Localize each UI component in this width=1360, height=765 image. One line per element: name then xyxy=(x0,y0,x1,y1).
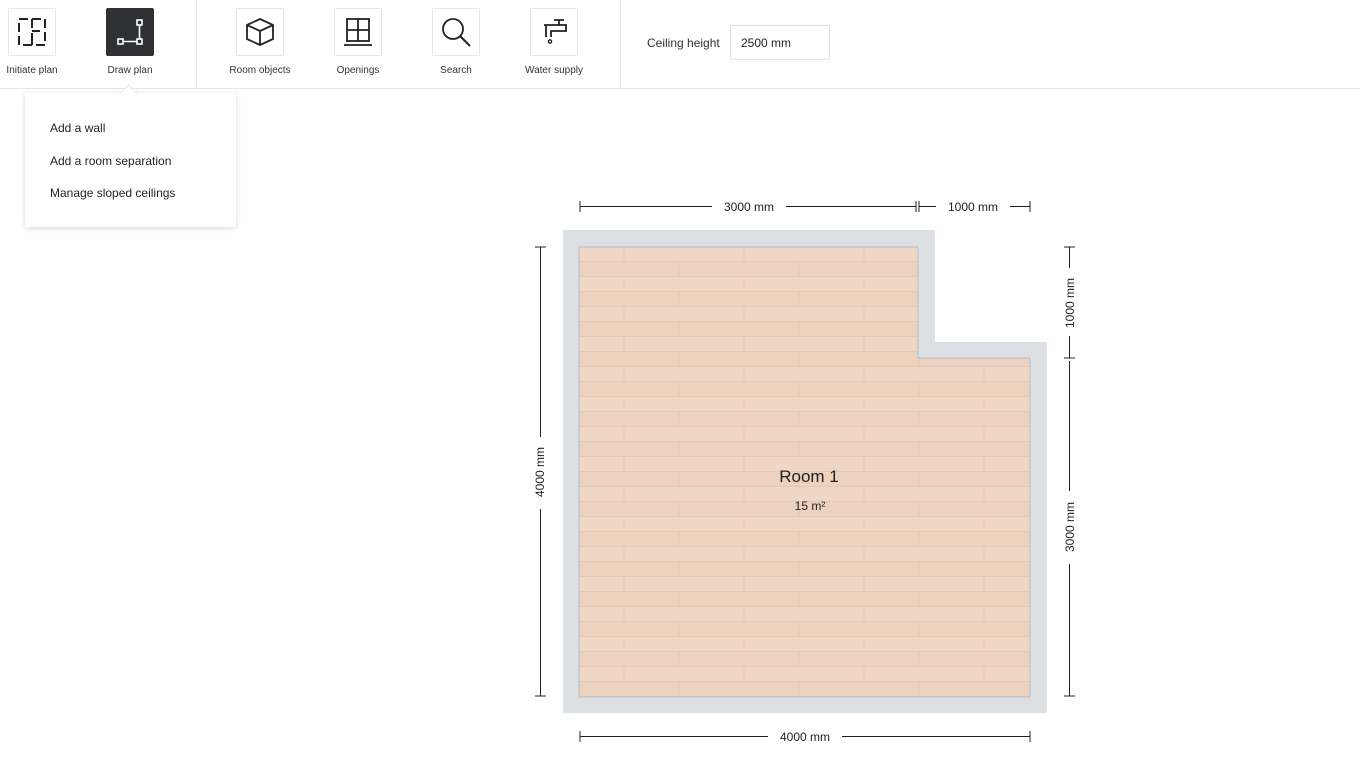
menu-item-add-wall[interactable]: Add a wall xyxy=(50,121,105,135)
dimension-left-label: 4000 mm xyxy=(533,447,547,497)
dimension-top-right-label: 1000 mm xyxy=(948,200,998,214)
room-area: 15 m² xyxy=(795,499,826,513)
room-name: Room 1 xyxy=(779,467,839,486)
menu-item-manage-sloped-ceilings[interactable]: Manage sloped ceilings xyxy=(50,186,175,200)
dimension-right-top-label: 1000 mm xyxy=(1063,278,1077,328)
dimension-bottom-label: 4000 mm xyxy=(780,730,830,744)
menu-item-add-room-separation[interactable]: Add a room separation xyxy=(50,154,171,168)
dimension-right-bottom-label: 3000 mm xyxy=(1063,502,1077,552)
draw-plan-menu: Add a wall Add a room separation Manage … xyxy=(25,93,236,227)
dimension-top-left-label: 3000 mm xyxy=(724,200,774,214)
